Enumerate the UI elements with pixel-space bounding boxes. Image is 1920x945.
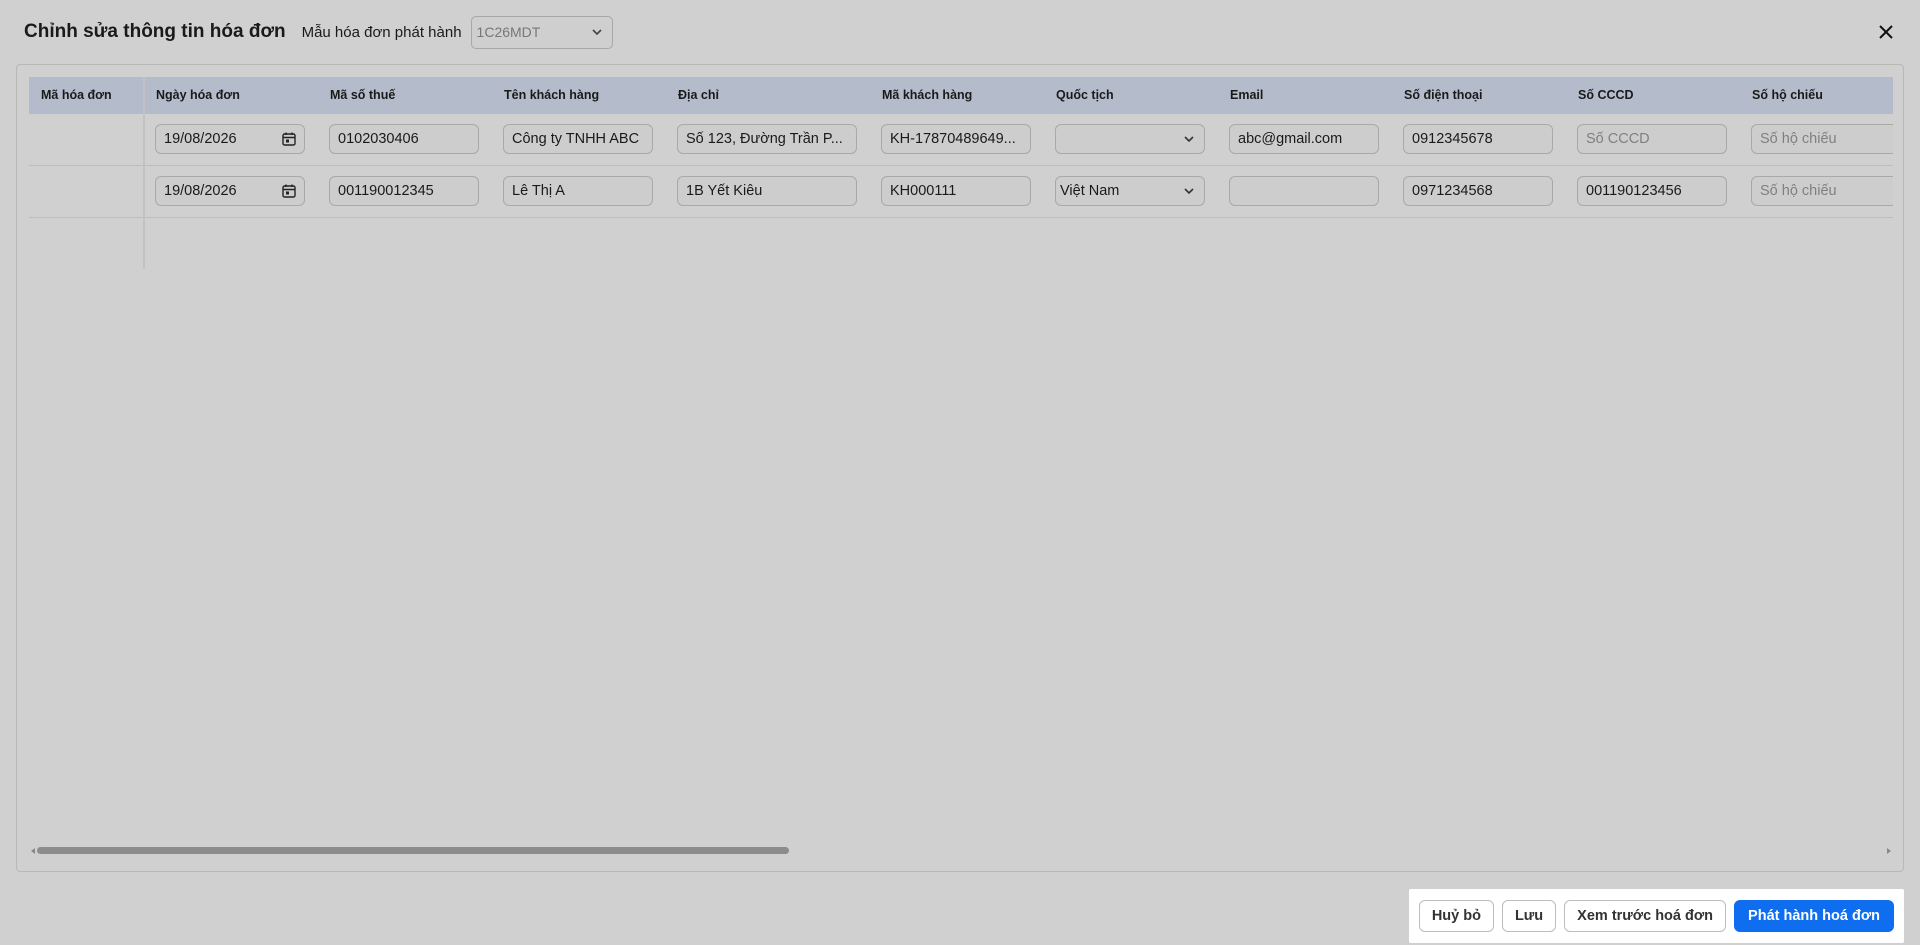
column-header-passport: Số hộ chiếu [1752,88,1823,102]
invoice-grid-panel: Mã hóa đơn Ngày hóa đơn Mã số thuế Tên k… [16,64,1904,872]
phone-input[interactable]: 0912345678 [1403,124,1553,154]
scrollbar-thumb[interactable] [37,847,789,854]
scroll-left-arrow-icon[interactable] [29,847,37,855]
template-label: Mẫu hóa đơn phát hành [301,23,462,41]
chevron-down-icon [1184,136,1194,143]
address-input[interactable]: 1B Yết Kiêu [677,176,857,206]
chevron-down-icon [1184,188,1194,195]
cccd-input[interactable]: 001190123456 [1577,176,1727,206]
customer-name-input[interactable]: Công ty TNHH ABC [503,124,653,154]
calendar-icon[interactable] [281,183,297,199]
customer-name-input[interactable]: Lê Thị A [503,176,653,206]
tax-code-input[interactable]: 001190012345 [329,176,479,206]
column-header-nationality: Quốc tịch [1056,88,1114,102]
cancel-button[interactable]: Huỷ bỏ [1418,900,1494,932]
column-header-customer-code: Mã khách hàng [882,88,973,102]
column-header-phone: Số điện thoại [1404,88,1483,102]
column-header-address: Địa chỉ [678,88,719,102]
email-input[interactable]: abc@gmail.com [1229,124,1379,154]
address-input[interactable]: Số 123, Đường Trần P... [677,124,857,154]
dialog-header: Chỉnh sửa thông tin hóa đơn Mẫu hóa đơn … [0,0,1920,64]
passport-input[interactable]: Số hộ chiếu [1751,124,1893,154]
chevron-down-icon [591,29,602,36]
date-input[interactable]: 19/08/2026 [155,176,305,206]
close-button[interactable] [1872,18,1900,46]
template-select[interactable]: 1C26MDT [470,15,613,49]
preview-invoice-button[interactable]: Xem trước hoá đơn [1564,900,1727,932]
save-button[interactable]: Lưu [1501,900,1557,932]
column-header-email: Email [1230,88,1264,102]
column-header-cccd: Số CCCD [1578,88,1634,102]
table-row: 19/08/2026 0102030406 Công ty TNHH ABC S… [29,114,1893,166]
cccd-input[interactable]: Số CCCD [1577,124,1727,154]
close-icon [1879,25,1893,39]
tax-code-input[interactable]: 0102030406 [329,124,479,154]
calendar-icon[interactable] [281,131,297,147]
customer-code-input[interactable]: KH-17870489649... [881,124,1031,154]
table-row: 19/08/2026 001190012345 Lê Thị A 1B Yết … [29,166,1893,218]
date-input[interactable]: 19/08/2026 [155,124,305,154]
nationality-select[interactable]: Việt Nam [1055,176,1205,206]
scroll-right-arrow-icon[interactable] [1885,847,1893,855]
email-input[interactable] [1229,176,1379,206]
column-header-tax-code: Mã số thuế [330,88,396,102]
nationality-select[interactable] [1055,124,1205,154]
column-header-date: Ngày hóa đơn [156,88,240,102]
first-column-divider [143,77,145,269]
footer-actions: Huỷ bỏ Lưu Xem trước hoá đơn Phát hành h… [1408,889,1904,943]
publish-invoice-button[interactable]: Phát hành hoá đơn [1734,900,1894,932]
invoice-grid: Mã hóa đơn Ngày hóa đơn Mã số thuế Tên k… [29,77,1893,269]
dialog-footer: Huỷ bỏ Lưu Xem trước hoá đơn Phát hành h… [0,887,1920,945]
customer-code-input[interactable]: KH000111 [881,176,1031,206]
phone-input[interactable]: 0971234568 [1403,176,1553,206]
dialog-title: Chỉnh sửa thông tin hóa đơn [24,21,286,42]
column-header-invoice-code: Mã hóa đơn [41,88,112,102]
template-select-value: 1C26MDT [476,24,541,40]
horizontal-scrollbar[interactable] [29,845,1893,857]
table-row-empty [29,218,1893,269]
passport-input[interactable]: Số hộ chiếu [1751,176,1893,206]
grid-header: Mã hóa đơn Ngày hóa đơn Mã số thuế Tên k… [29,77,1893,114]
column-header-customer-name: Tên khách hàng [504,88,600,102]
